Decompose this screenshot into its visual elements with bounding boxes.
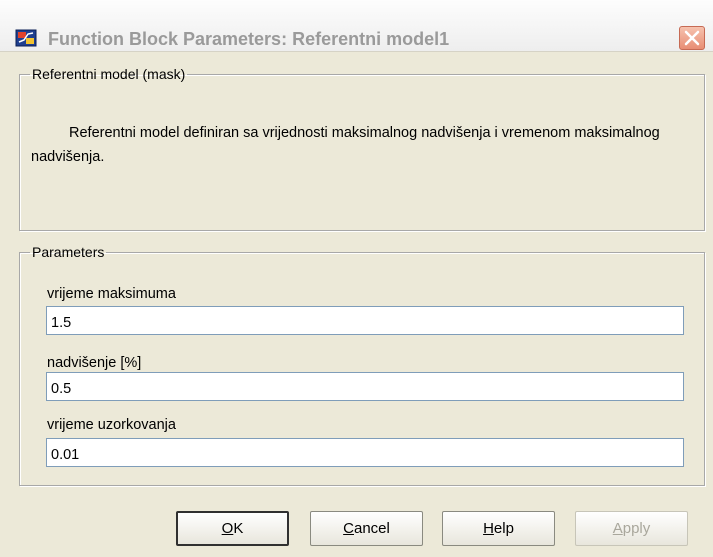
apply-button[interactable]: Apply xyxy=(575,511,688,546)
nadvisenje-input[interactable] xyxy=(46,372,684,401)
vrijeme-maksimuma-label: vrijeme maksimuma xyxy=(47,286,176,302)
ok-button[interactable]: OK xyxy=(176,511,289,546)
nadvisenje-label: nadvišenje [%] xyxy=(47,355,142,371)
close-icon xyxy=(684,30,700,46)
vrijeme-uzorkovanja-input[interactable] xyxy=(46,438,684,467)
vrijeme-uzorkovanja-label: vrijeme uzorkovanja xyxy=(47,417,176,433)
help-button[interactable]: Help xyxy=(442,511,555,546)
mask-description-text: Referentni model definiran sa vrijednost… xyxy=(31,125,660,165)
dialog-window: Function Block Parameters: Referentni mo… xyxy=(0,0,713,557)
mask-group-legend: Referentni model (mask) xyxy=(32,66,186,82)
vrijeme-maksimuma-input[interactable] xyxy=(46,306,684,335)
title-bar[interactable]: Function Block Parameters: Referentni mo… xyxy=(0,0,713,52)
cancel-button[interactable]: Cancel xyxy=(310,511,423,546)
simulink-block-icon xyxy=(15,29,37,47)
window-title: Function Block Parameters: Referentni mo… xyxy=(48,29,450,49)
parameters-group-legend: Parameters xyxy=(32,244,105,260)
close-button[interactable] xyxy=(679,26,705,50)
